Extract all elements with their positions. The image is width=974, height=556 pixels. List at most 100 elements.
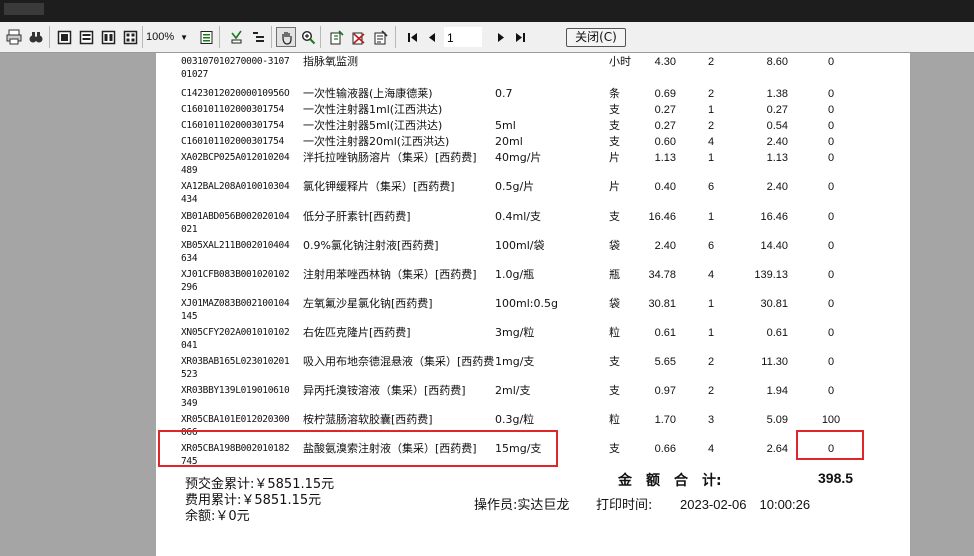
- zoom-select[interactable]: 100% ▼: [146, 28, 188, 46]
- cell-name: 一次性注射器20ml(江西洪达): [303, 135, 450, 148]
- cell-spec: 0.3g/粒: [495, 413, 535, 426]
- cell-qty: 1: [707, 211, 715, 223]
- cell-spec: 5ml: [495, 119, 516, 132]
- window-titlebar: [0, 0, 974, 22]
- cell-unit: 片: [609, 151, 620, 164]
- cell-price: 4.30: [654, 56, 676, 68]
- delete-page-icon[interactable]: [348, 27, 368, 47]
- cell-qty: 1: [707, 152, 715, 164]
- cell-amount: 0.61: [766, 327, 788, 339]
- cell-qty: 4: [707, 136, 715, 148]
- cell-unit: 粒: [609, 326, 620, 339]
- print-icon[interactable]: [4, 27, 24, 47]
- cell-price: 0.27: [654, 120, 676, 132]
- report-page: 003107010270000-3107 指脉氧监测 小时 4.30 2 8.60 0 010…: [156, 53, 910, 556]
- cell-spec: 40mg/片: [495, 151, 542, 164]
- cell-name: 一次性注射器1ml(江西洪达): [303, 103, 443, 116]
- cell-qty: 1: [707, 298, 715, 310]
- window-title-blurred: [4, 3, 44, 15]
- cell-last: 0: [827, 56, 835, 68]
- prev-page-icon[interactable]: [422, 27, 442, 47]
- zoom-value: 100%: [146, 31, 175, 43]
- two-page-icon[interactable]: [76, 27, 96, 47]
- cell-spec: 100ml:0.5g: [495, 297, 558, 310]
- cell-code: XB05XAL211B002010404: [181, 240, 290, 251]
- cell-last: 0: [827, 181, 835, 193]
- cell-spec: 0.5g/片: [495, 180, 535, 193]
- cell-last: 100: [821, 414, 841, 426]
- cell-code: XA12BAL208A010010304: [181, 181, 290, 192]
- cell-spec: 100ml/袋: [495, 239, 545, 252]
- cell-code: C160101102000301754: [181, 104, 284, 115]
- hand-tool-icon[interactable]: [276, 27, 296, 47]
- cell-amount: 1.38: [766, 88, 788, 100]
- first-page-icon[interactable]: [402, 27, 422, 47]
- cell-qty: 4: [707, 269, 715, 281]
- balance: 余额:￥0元: [185, 509, 250, 524]
- report-preview-area[interactable]: 003107010270000-3107 指脉氧监测 小时 4.30 2 8.60 0 010…: [0, 53, 974, 556]
- page-width-icon[interactable]: [98, 27, 118, 47]
- cell-price: 1.70: [654, 414, 676, 426]
- last-page-icon[interactable]: [510, 27, 530, 47]
- cell-name: 泮托拉唑钠肠溶片（集采）[西药费]: [303, 151, 477, 164]
- cell-qty: 4: [707, 443, 715, 455]
- cell-amount: 16.46: [760, 211, 788, 223]
- cell-name: 低分子肝素针[西药费]: [303, 210, 411, 223]
- cell-code: 003107010270000-3107: [181, 56, 290, 67]
- cell-qty: 6: [707, 181, 715, 193]
- cell-amount: 30.81: [760, 298, 788, 310]
- cell-spec: 1mg/支: [495, 355, 535, 368]
- cell-last: 0: [827, 269, 835, 281]
- cell-code-continued: 634: [181, 253, 198, 264]
- cell-unit: 支: [609, 442, 620, 455]
- cell-last: 0: [827, 327, 835, 339]
- page-number-input[interactable]: 1: [444, 27, 482, 47]
- cell-amount: 139.13: [754, 269, 788, 281]
- cell-code: C160101102000301754: [181, 120, 284, 131]
- close-button[interactable]: 关闭(C): [566, 28, 626, 47]
- cell-unit: 片: [609, 180, 620, 193]
- cell-amount: 0.27: [766, 104, 788, 116]
- cell-price: 30.81: [648, 298, 676, 310]
- single-page-icon[interactable]: [54, 27, 74, 47]
- cell-code-continued: 523: [181, 369, 198, 380]
- cell-qty: 3: [707, 414, 715, 426]
- cell-code: XJ01CFB083B001020102: [181, 269, 290, 280]
- page-setup-icon[interactable]: [196, 27, 216, 47]
- cell-last: 0: [827, 104, 835, 116]
- find-icon[interactable]: [26, 27, 46, 47]
- cell-code: XN05CFY202A001010102: [181, 327, 290, 338]
- cell-spec: 0.7: [495, 87, 513, 100]
- cell-unit: 支: [609, 355, 620, 368]
- multi-page-icon[interactable]: [120, 27, 140, 47]
- cell-unit: 小时: [609, 55, 631, 68]
- cell-qty: 1: [707, 104, 715, 116]
- cell-last: 0: [827, 298, 835, 310]
- cell-price: 5.65: [654, 356, 676, 368]
- cell-name: 左氧氟沙星氯化钠[西药费]: [303, 297, 433, 310]
- next-page-icon[interactable]: [490, 27, 510, 47]
- cell-price: 16.46: [648, 211, 676, 223]
- zoom-in-icon[interactable]: [298, 27, 318, 47]
- outline-icon[interactable]: [248, 27, 268, 47]
- cell-code-continued: 296: [181, 282, 198, 293]
- cell-unit: 条: [609, 87, 620, 100]
- cell-code-continued: 041: [181, 340, 198, 351]
- cell-code-continued: 349: [181, 398, 198, 409]
- cell-code-continued: 021: [181, 224, 198, 235]
- cell-qty: 2: [707, 56, 715, 68]
- cell-price: 2.40: [654, 240, 676, 252]
- cell-name: 吸入用布地奈德混悬液（集采）[西药费: [303, 355, 495, 368]
- cell-code: XR03BAB165L023010201: [181, 356, 290, 367]
- page-design-icon[interactable]: [370, 27, 390, 47]
- export-icon[interactable]: [226, 27, 246, 47]
- cell-amount: 0.54: [766, 120, 788, 132]
- cell-price: 0.97: [654, 385, 676, 397]
- cell-code: XA02BCP025A012010204: [181, 152, 290, 163]
- edit-icon[interactable]: [326, 27, 346, 47]
- total-value: 398.5: [818, 470, 854, 486]
- cell-last: 0: [827, 120, 835, 132]
- total-label: 金 额 合 计:: [618, 473, 722, 489]
- highlight-box-item: [158, 430, 558, 467]
- cell-name: 注射用苯唑西林钠（集采）[西药费]: [303, 268, 477, 281]
